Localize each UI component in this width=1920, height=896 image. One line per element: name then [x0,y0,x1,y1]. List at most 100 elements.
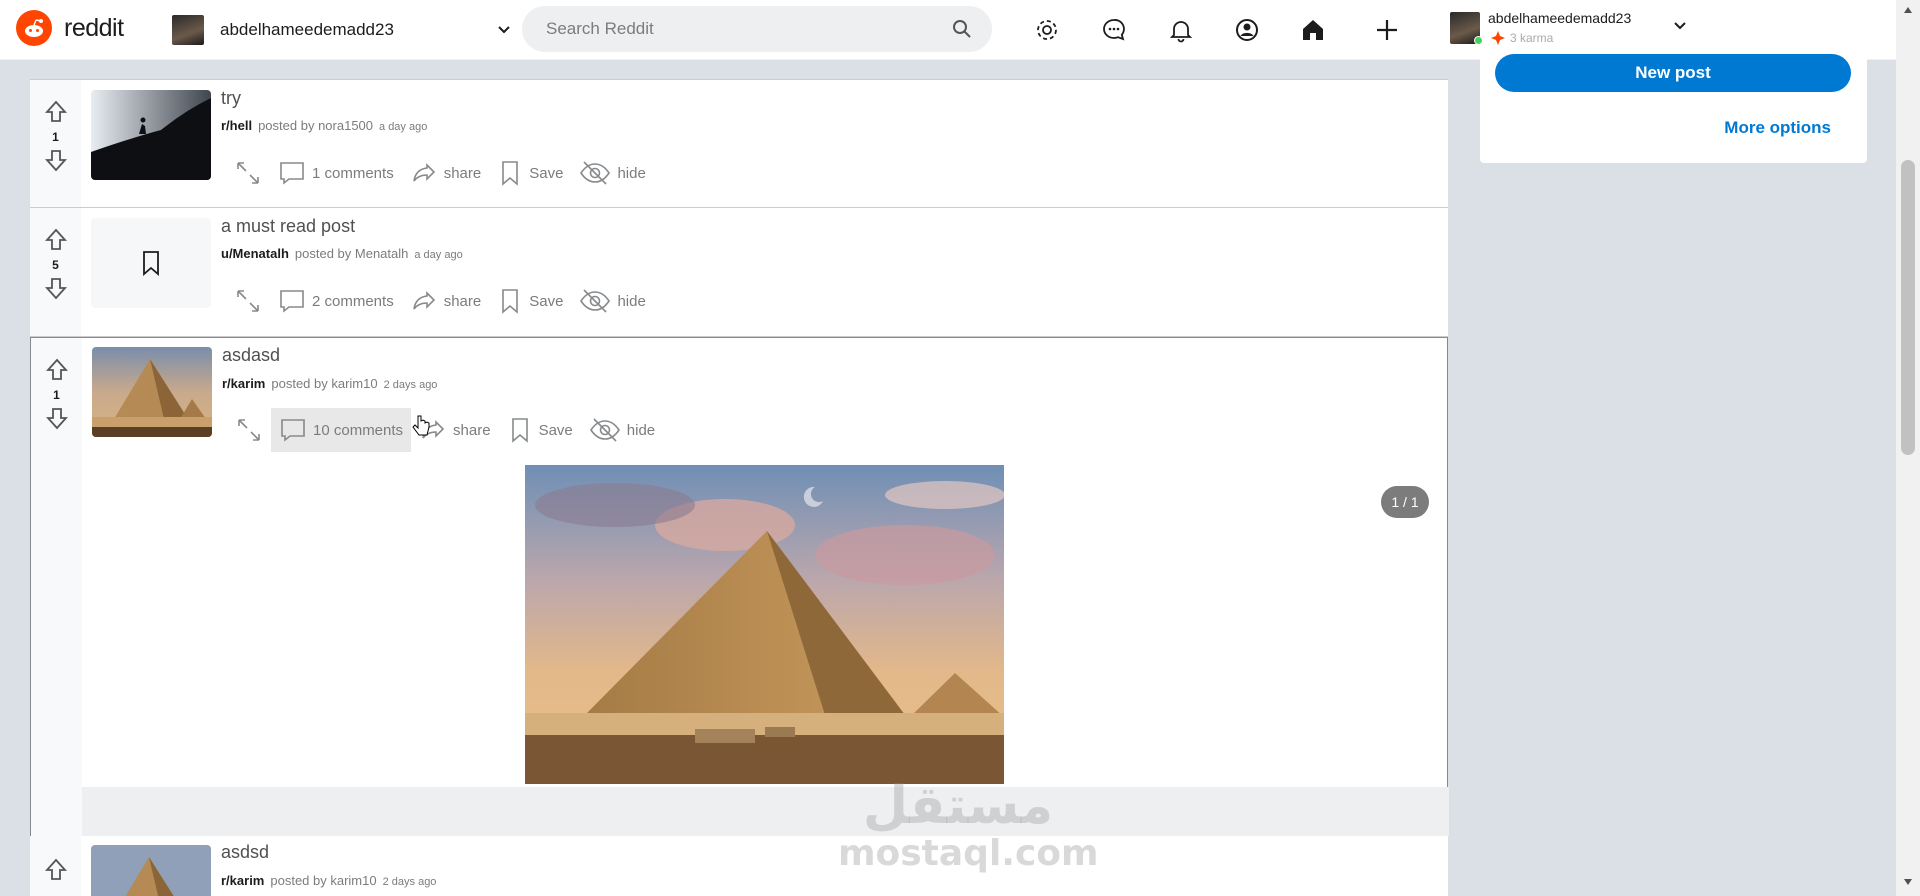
page-scrollbar[interactable] [1896,0,1920,896]
post-card[interactable]: 5 a must read post u/Menatalh posted by M… [30,208,1448,337]
community-dropdown[interactable]: abdelhameedemadd23 [172,12,512,48]
bookmark-icon [143,251,159,276]
more-options-link[interactable]: More options [1724,118,1831,138]
vote-column: 1 [30,836,81,896]
profile-icon[interactable] [1232,15,1262,45]
reddit-logo[interactable]: reddit [16,10,124,46]
post-thumbnail[interactable] [91,218,211,308]
comments-button[interactable]: 10 comments [271,408,412,452]
post-thumbnail[interactable] [92,347,212,437]
upvote-icon[interactable] [44,100,67,124]
reddit-alien-icon [16,10,52,46]
share-icon [412,163,435,182]
subreddit-link[interactable]: r/karim [222,376,265,391]
post-title[interactable]: a must read post [221,216,355,237]
bell-icon[interactable] [1166,15,1196,45]
save-button[interactable]: Save [489,151,571,195]
scrollbar-thumb[interactable] [1901,160,1915,455]
scroll-up-arrow-icon[interactable] [1903,6,1913,14]
post-age: 2 days ago [383,379,438,391]
vote-column: 1 [30,80,81,207]
vote-column: 5 [30,208,81,336]
hide-button[interactable]: hide [571,151,653,195]
post-thumbnail[interactable] [91,845,211,896]
post-age: 2 days ago [382,876,437,888]
gear-icon[interactable] [1032,15,1062,45]
scroll-down-arrow-icon[interactable] [1903,878,1913,886]
comments-button[interactable]: 1 comments [270,151,402,195]
post-actions: 10 comments share Save hide [227,408,663,452]
save-button[interactable]: Save [489,279,571,323]
save-button[interactable]: Save [499,408,581,452]
save-label: Save [538,421,573,439]
chat-icon[interactable] [1099,15,1129,45]
vote-score: 1 [52,130,59,144]
post-media-image[interactable] [525,465,1004,784]
watermark: مستقل mostaql.com [838,776,1099,874]
comments-button[interactable]: 2 comments [270,279,402,323]
upvote-icon[interactable] [44,228,67,252]
chevron-down-icon [1674,22,1686,30]
search-placeholder: Search Reddit [546,19,654,38]
hide-label: hide [617,292,646,310]
watermark-arabic: مستقل [862,776,1054,836]
post-card-expanded[interactable]: 1 asdasd r/karim posted by karim10 2 days … [30,337,1449,836]
sidebar-card: New post More options [1480,50,1867,163]
post-meta: r/karim posted by karim10 2 days ago [222,376,437,391]
expand-icon [238,419,260,441]
hide-button[interactable]: hide [581,408,663,452]
downvote-icon[interactable] [45,406,68,430]
post-age: a day ago [414,249,463,261]
community-name: abdelhameedemadd23 [220,20,394,39]
comments-label: 1 comments [312,164,394,182]
hide-button[interactable]: hide [571,279,653,323]
plus-icon[interactable] [1372,15,1402,45]
new-post-button[interactable]: New post [1495,54,1851,92]
user-menu[interactable]: abdelhameedemadd23 3 karma [1450,10,1690,50]
user-name: abdelhameedemadd23 [1488,10,1632,26]
post-title[interactable]: asdasd [222,345,280,366]
vote-column: 1 [31,338,82,836]
gallery-counter: 1 / 1 [1381,486,1429,518]
share-button[interactable]: share [402,279,490,323]
post-meta: u/Menatalh posted by Menatalh a day ago [221,246,463,261]
hand-cursor-icon [412,415,430,436]
posted-by[interactable]: posted by karim10 [270,873,376,888]
share-icon [412,291,435,310]
expand-button[interactable] [226,279,270,323]
search-input[interactable]: Search Reddit [522,6,992,52]
expand-button[interactable] [227,408,271,452]
post-card[interactable]: 1 asdsd r/karim posted by karim10 2 days a… [30,836,1448,896]
downvote-icon[interactable] [44,276,67,300]
post-title[interactable]: asdsd [221,842,269,863]
post-thumbnail[interactable] [91,90,211,180]
subreddit-link[interactable]: u/Menatalh [221,246,289,261]
share-button[interactable]: share [402,151,490,195]
post-expanded-footer [82,787,1449,836]
hide-label: hide [617,164,646,182]
upvote-icon[interactable] [45,358,68,382]
upvote-icon[interactable] [44,858,67,882]
posted-by[interactable]: posted by karim10 [271,376,377,391]
community-avatar [172,15,204,45]
posted-by[interactable]: posted by nora1500 [258,118,373,133]
home-icon[interactable] [1298,15,1328,45]
bookmark-icon [502,161,519,186]
save-label: Save [529,164,564,182]
search-icon[interactable] [952,19,972,39]
expand-button[interactable] [226,151,270,195]
eye-off-icon [589,418,620,442]
subreddit-link[interactable]: r/hell [221,118,252,133]
post-card[interactable]: 1 try r/hell posted by nora1500 a day ago … [30,79,1448,208]
post-meta: r/hell posted by nora1500 a day ago [221,118,427,133]
chevron-down-icon [498,26,510,34]
post-age: a day ago [379,121,428,133]
post-title[interactable]: try [221,88,241,109]
user-karma: 3 karma [1510,31,1554,45]
post-feed: 1 try r/hell posted by nora1500 a day ago … [30,79,1449,896]
downvote-icon[interactable] [44,148,67,172]
watermark-latin: mostaql.com [838,833,1099,874]
subreddit-link[interactable]: r/karim [221,873,264,888]
posted-by[interactable]: posted by Menatalh [295,246,408,261]
post-meta: r/karim posted by karim10 2 days ago [221,873,436,888]
